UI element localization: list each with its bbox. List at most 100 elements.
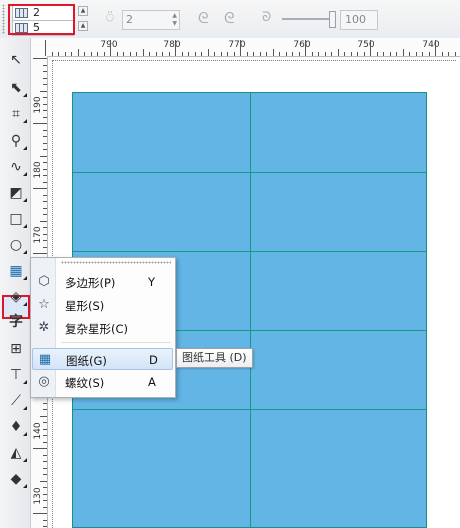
spiral-expansion-field[interactable]: 100	[340, 10, 378, 30]
h-ruler-tick	[402, 49, 404, 56]
h-ruler-tick	[396, 52, 397, 56]
toolbox: ↖ ⬉ ⌗ ⚲ ∿ ◩ □ ○ ▦ ◈ 字 ⊞ ⊤ ⟋ ♦ ◭ ◆	[0, 38, 31, 528]
h-ruler-tick	[331, 52, 332, 56]
flyout-grip[interactable]	[61, 261, 171, 264]
menu-item-polygon[interactable]: ⬡ 多边形(P) Y	[32, 271, 173, 293]
table-tool-icon[interactable]: ⊞	[5, 339, 27, 359]
v-ruler-tick	[43, 493, 47, 495]
h-ruler-tick	[51, 52, 53, 56]
menu-item-graph-paper[interactable]: ▦ 图纸(G) D	[32, 348, 173, 370]
h-ruler-tick	[201, 52, 202, 56]
menu-item-star[interactable]: ☆ 星形(S)	[32, 294, 173, 316]
v-ruler-tick	[43, 136, 47, 137]
shape-tool-icon[interactable]: ⬉	[5, 78, 27, 98]
rectangle-tool-icon[interactable]: □	[5, 209, 27, 229]
h-ruler-tick	[45, 40, 46, 56]
h-ruler-tick	[136, 52, 137, 56]
menu-item-label: 多边形(P)	[65, 276, 116, 290]
h-ruler-tick	[227, 52, 228, 56]
object-tools-flyout: ⬡ 多边形(P) Y ☆ 星形(S) ✲ 复杂星形(C) ▦ 图纸(G) D ◎…	[30, 257, 176, 398]
v-ruler-tick	[43, 175, 47, 176]
horizontal-ruler[interactable]: 790 780 770 760 750 740	[44, 38, 460, 57]
graph-row-line	[73, 408, 426, 410]
pick-tool-icon[interactable]: ↖	[5, 50, 27, 70]
h-ruler-tick	[363, 52, 365, 56]
v-ruler-tick	[43, 233, 47, 235]
eyedropper-tool-icon[interactable]: ⟋	[5, 391, 27, 411]
v-ruler-tick	[43, 64, 47, 66]
h-ruler-tick	[279, 52, 280, 56]
columns-spin-up[interactable]: ▲	[78, 6, 88, 16]
h-ruler-tick	[344, 52, 345, 56]
v-ruler-tick	[33, 253, 47, 254]
v-ruler-tick	[40, 220, 47, 222]
h-ruler-tick	[64, 52, 66, 56]
menu-item-spiral[interactable]: ◎ 螺纹(S) A	[32, 371, 173, 393]
h-ruler-tick	[370, 40, 371, 56]
v-ruler-tick	[43, 487, 47, 488]
freehand-tool-icon[interactable]: ∿	[5, 157, 27, 177]
graph-row-line	[73, 250, 426, 252]
polygon-sides-field[interactable]: 2 ▲ ▼	[122, 10, 180, 30]
v-ruler-tick	[43, 246, 47, 248]
v-ruler-tick	[43, 506, 47, 508]
v-ruler-tick	[43, 409, 47, 410]
fill-tool-icon[interactable]: ◭	[5, 443, 27, 463]
graph-paper-icon: ▦	[38, 352, 52, 367]
h-ruler-tick	[142, 49, 144, 56]
zoom-tool-icon[interactable]: ⚲	[5, 131, 27, 151]
log-spiral-icon[interactable]: ᘓ	[224, 9, 235, 27]
crop-tool-icon[interactable]: ⌗	[5, 104, 27, 124]
rows-spin-up[interactable]: ▲	[78, 21, 88, 31]
menu-item-label: 螺纹(S)	[65, 376, 105, 390]
v-ruler-tick	[43, 526, 47, 527]
v-ruler-tick	[43, 142, 47, 144]
dimension-tool-icon[interactable]: ⊤	[5, 365, 27, 385]
v-ruler-tick	[43, 103, 47, 105]
v-ruler-tick	[43, 467, 47, 469]
h-ruler-tick	[409, 52, 410, 56]
page-border-top	[52, 60, 456, 61]
v-ruler-tick	[43, 84, 47, 85]
v-ruler-tick	[43, 181, 47, 183]
text-tool-icon[interactable]: 字	[5, 312, 27, 332]
h-ruler-tick	[298, 52, 300, 56]
v-ruler-tick	[40, 90, 47, 92]
complex-star-icon: ✲	[38, 320, 50, 335]
v-ruler-tick	[43, 149, 47, 150]
h-ruler-tick	[71, 52, 72, 56]
spiral-expansion-slider-handle[interactable]	[329, 11, 336, 28]
v-ruler-tick	[43, 194, 47, 196]
h-ruler-tick	[84, 52, 85, 56]
graph-column-line	[249, 93, 251, 527]
graph-row-line	[73, 171, 426, 173]
h-ruler-tick	[253, 52, 254, 56]
spiral-expansion-slider[interactable]	[282, 18, 334, 20]
v-ruler-tick	[33, 123, 47, 124]
h-ruler-tick	[240, 40, 241, 56]
polygon-sides-spinner[interactable]: ▲ ▼	[172, 12, 177, 28]
symmetric-spiral-icon[interactable]: ᘓ	[198, 9, 209, 27]
ruler-origin[interactable]	[31, 38, 45, 57]
property-bar: 2 5 ▲ ▲ ⍥ 2 ▲ ▼ ᘓ ᘓ ᘐ 100	[0, 0, 460, 39]
ellipse-tool-icon[interactable]: ○	[5, 235, 27, 255]
h-ruler-tick	[188, 52, 189, 56]
smart-fill-tool-icon[interactable]: ◩	[5, 183, 27, 203]
h-ruler-label: 750	[357, 40, 375, 50]
outline-tool-icon[interactable]: ♦	[5, 417, 27, 437]
h-ruler-tick	[58, 52, 59, 56]
h-ruler-tick	[175, 40, 176, 56]
h-ruler-tick	[129, 52, 131, 56]
star-icon: ☆	[38, 297, 50, 312]
h-ruler-tick	[214, 52, 215, 56]
menu-item-complex-star[interactable]: ✲ 复杂星形(C)	[32, 317, 173, 339]
v-ruler-tick	[33, 58, 47, 59]
h-ruler-tick	[97, 52, 98, 56]
v-ruler-tick	[43, 214, 47, 215]
menu-item-label: 图纸(G)	[66, 354, 107, 368]
interactive-fill-tool-icon[interactable]: ◆	[5, 469, 27, 489]
basic-shapes-tool-icon[interactable]: ◈	[5, 287, 27, 307]
graph-paper-tool-icon[interactable]: ▦	[5, 261, 27, 281]
toolbar-grip[interactable]	[2, 4, 5, 34]
v-ruler-tick	[43, 227, 47, 228]
